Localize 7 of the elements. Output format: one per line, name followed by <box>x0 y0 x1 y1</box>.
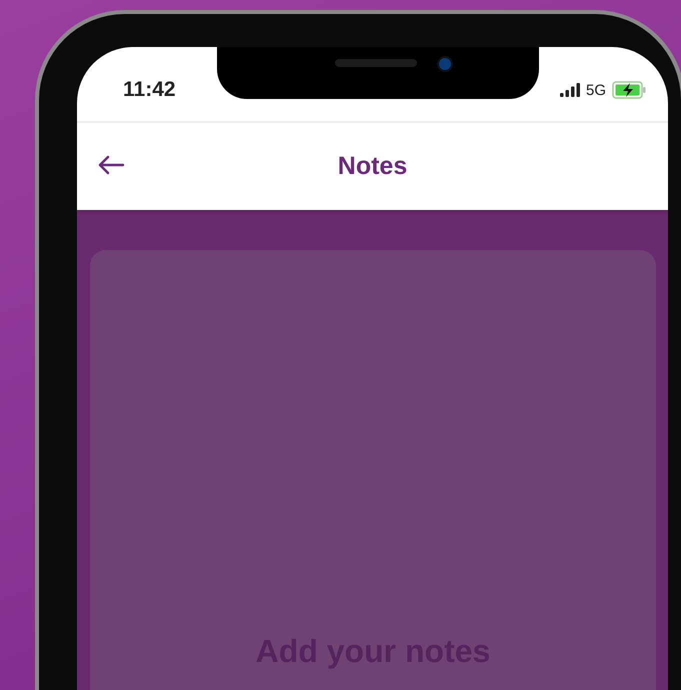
camera-dot <box>437 56 453 72</box>
signal-icon <box>560 83 580 97</box>
back-arrow-icon <box>97 155 125 175</box>
screen-title: Notes <box>338 152 408 181</box>
network-type: 5G <box>586 82 606 98</box>
status-time: 11:42 <box>123 78 176 102</box>
battery-charging-icon <box>612 81 646 99</box>
